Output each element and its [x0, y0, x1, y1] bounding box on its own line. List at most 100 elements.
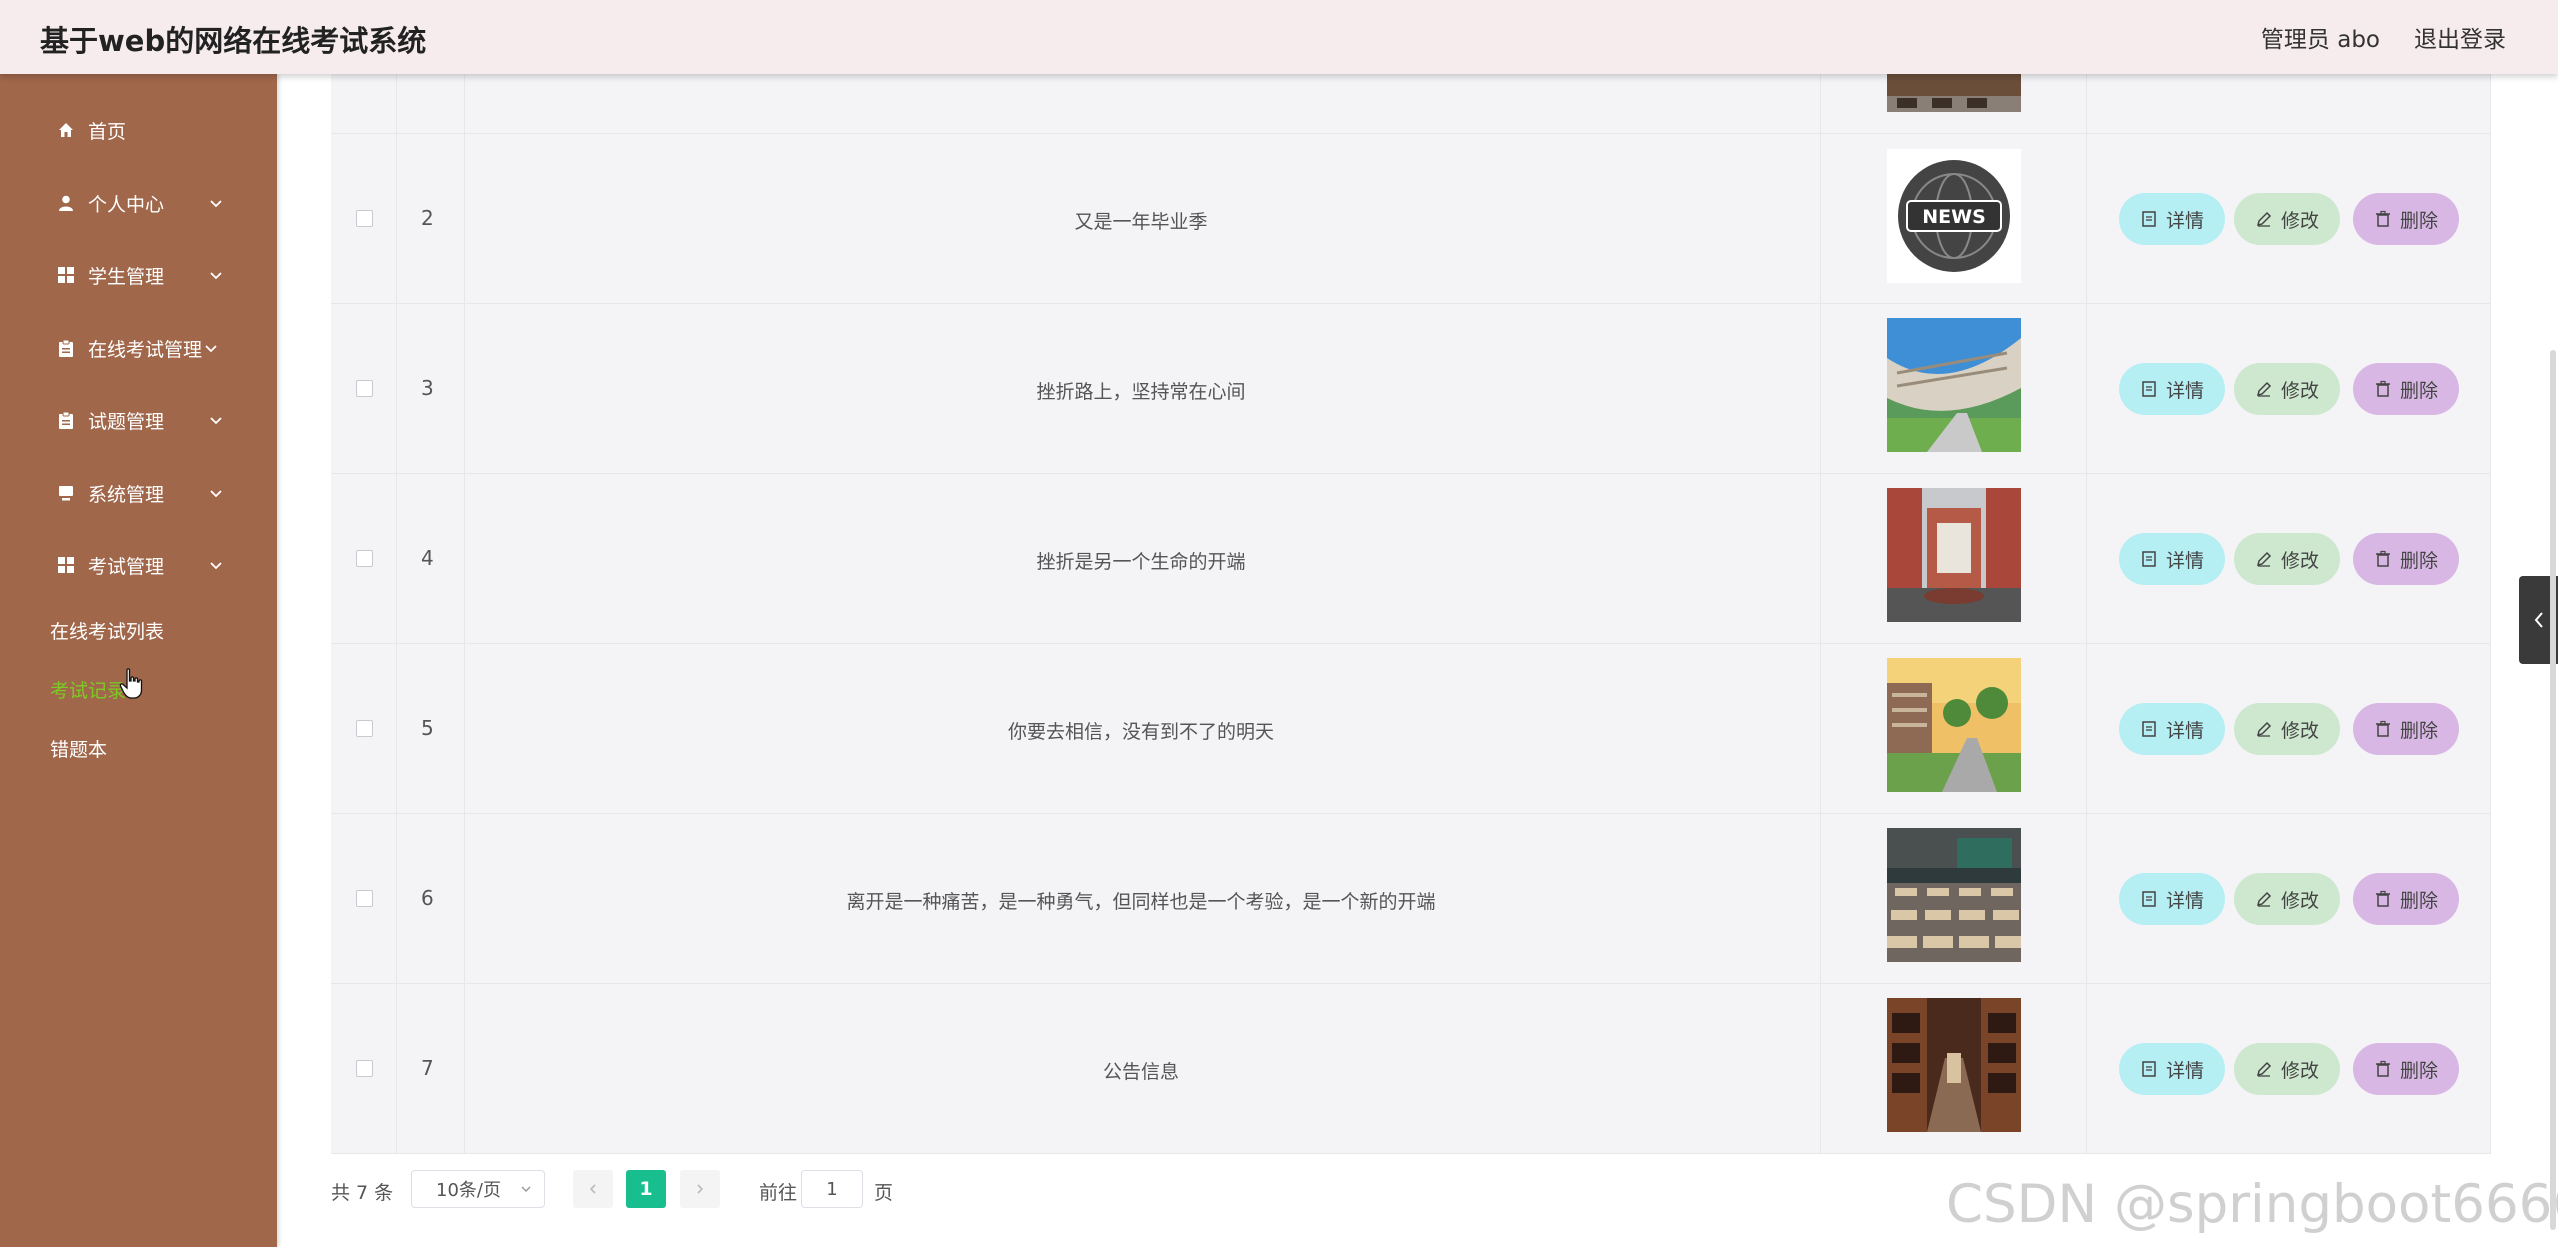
chevron-down-icon	[205, 345, 217, 353]
submenu-item-wrong-questions[interactable]: 错题本	[50, 735, 107, 762]
delete-button-label: 删除	[2399, 379, 2438, 402]
pagination-total: 共 7 条	[331, 1182, 394, 1204]
row-index: 7	[421, 1056, 434, 1080]
edit-button-label: 修改	[2280, 379, 2319, 402]
edit-button[interactable]: 修改	[2234, 703, 2340, 755]
row-checkbox[interactable]	[356, 210, 373, 227]
row-checkbox[interactable]	[356, 890, 373, 907]
page-size-select[interactable]: 10条/页	[411, 1170, 545, 1208]
chevron-down-icon	[210, 417, 222, 425]
delete-button-label: 删除	[2399, 1059, 2438, 1082]
prev-page-button[interactable]	[573, 1170, 613, 1208]
sidebar-item-label: 学生管理	[88, 265, 165, 288]
clipboard-icon	[55, 337, 77, 359]
chevron-right-icon	[697, 1184, 704, 1194]
row-title: 你要去相信，没有到不了的明天	[1007, 721, 1274, 743]
edit-button[interactable]: 修改	[2234, 193, 2340, 245]
goto-page-input[interactable]	[801, 1170, 863, 1208]
pencil-icon	[2256, 891, 2272, 907]
edit-button-label: 修改	[2280, 889, 2319, 912]
edit-button[interactable]: 修改	[2234, 363, 2340, 415]
row-index: 2	[421, 206, 434, 230]
document-icon	[2142, 891, 2156, 907]
detail-button[interactable]: 详情	[2119, 703, 2225, 755]
pencil-icon	[2256, 1061, 2272, 1077]
column-divider	[2490, 74, 2491, 1154]
detail-button-label: 详情	[2165, 209, 2204, 232]
document-icon	[2142, 551, 2156, 567]
row-title: 挫折是另一个生命的开端	[1036, 551, 1246, 573]
sidebar-item-exam-management[interactable]: 考试管理	[0, 534, 277, 596]
home-icon	[55, 119, 77, 141]
delete-button[interactable]: 删除	[2353, 363, 2459, 415]
submenu-item-online-exam-list[interactable]: 在线考试列表	[50, 617, 164, 644]
delete-button-label: 删除	[2399, 889, 2438, 912]
sidebar-item-personal-center[interactable]: 个人中心	[0, 172, 277, 234]
sidebar-item-student-management[interactable]: 学生管理	[0, 244, 277, 306]
page-size-value: 10条/页	[436, 1180, 501, 1201]
sidebar-item-home[interactable]: 首页	[0, 99, 277, 161]
user-icon	[55, 192, 77, 214]
sidebar-item-label: 系统管理	[88, 483, 165, 506]
page-number-button[interactable]: 1	[626, 1170, 666, 1208]
detail-button[interactable]: 详情	[2119, 873, 2225, 925]
row-checkbox[interactable]	[356, 720, 373, 737]
grid-icon	[55, 554, 77, 576]
row-thumbnail	[1887, 828, 2021, 962]
pencil-icon	[2256, 721, 2272, 737]
detail-button-label: 详情	[2165, 379, 2204, 402]
submenu-item-exam-records[interactable]: 考试记录	[50, 676, 126, 703]
trash-icon	[2375, 380, 2390, 397]
row-title: 离开是一种痛苦，是一种勇气，但同样也是一个考验，是一个新的开端	[846, 891, 1436, 913]
pencil-icon	[2256, 211, 2272, 227]
sidebar-item-online-exam-management[interactable]: 在线考试管理	[0, 317, 277, 379]
pencil-icon	[2256, 381, 2272, 397]
table-row: 4 挫折是另一个生命的开端 详情 修改 删除	[331, 474, 2491, 644]
scrollbar-thumb[interactable]	[2550, 350, 2556, 1230]
row-index: 4	[421, 546, 434, 570]
detail-button[interactable]: 详情	[2119, 1043, 2225, 1095]
sidebar-item-label: 个人中心	[88, 193, 165, 216]
column-divider	[1820, 74, 1821, 1154]
row-title: 又是一年毕业季	[1074, 211, 1208, 233]
edit-button[interactable]: 修改	[2234, 533, 2340, 585]
delete-button[interactable]: 删除	[2353, 873, 2459, 925]
document-icon	[2142, 1061, 2156, 1077]
delete-button[interactable]: 删除	[2353, 193, 2459, 245]
user-label[interactable]: 管理员 abo	[2261, 20, 2380, 54]
logout-link[interactable]: 退出登录	[2414, 20, 2506, 54]
next-page-button[interactable]	[680, 1170, 720, 1208]
table-row: 2 又是一年毕业季 NEWS 详情 修改 删除	[331, 134, 2491, 304]
detail-button[interactable]: 详情	[2119, 363, 2225, 415]
top-bar: 基于web的网络在线考试系统 管理员 abo 退出登录	[0, 0, 2558, 74]
table-row: 3 挫折路上，坚持常在心间 详情 修改 删除	[331, 304, 2491, 474]
delete-button[interactable]: 删除	[2353, 703, 2459, 755]
delete-button[interactable]: 删除	[2353, 533, 2459, 585]
sidebar-item-label: 考试管理	[88, 555, 165, 578]
column-divider	[464, 74, 465, 1154]
row-index: 3	[421, 376, 434, 400]
detail-button[interactable]: 详情	[2119, 193, 2225, 245]
row-checkbox[interactable]	[356, 1060, 373, 1077]
sidebar-item-question-management[interactable]: 试题管理	[0, 389, 277, 451]
watermark: CSDN @springboot666666	[1946, 1174, 2558, 1235]
delete-button[interactable]: 删除	[2353, 1043, 2459, 1095]
trash-icon	[2375, 210, 2390, 227]
chevron-down-icon	[210, 200, 222, 208]
trash-icon	[2375, 720, 2390, 737]
edit-button[interactable]: 修改	[2234, 1043, 2340, 1095]
edit-button-label: 修改	[2280, 1059, 2319, 1082]
detail-button-label: 详情	[2165, 1059, 2204, 1082]
trash-icon	[2375, 550, 2390, 567]
edit-button[interactable]: 修改	[2234, 873, 2340, 925]
row-thumbnail	[1887, 998, 2021, 1132]
chevron-up-icon	[210, 562, 222, 570]
hand-cursor-icon	[119, 668, 143, 699]
row-checkbox[interactable]	[356, 380, 373, 397]
delete-button-label: 删除	[2399, 719, 2438, 742]
app-title: 基于web的网络在线考试系统	[40, 24, 427, 58]
sidebar-item-system-management[interactable]: 系统管理	[0, 462, 277, 524]
column-divider	[396, 74, 397, 1154]
row-checkbox[interactable]	[356, 550, 373, 567]
detail-button[interactable]: 详情	[2119, 533, 2225, 585]
